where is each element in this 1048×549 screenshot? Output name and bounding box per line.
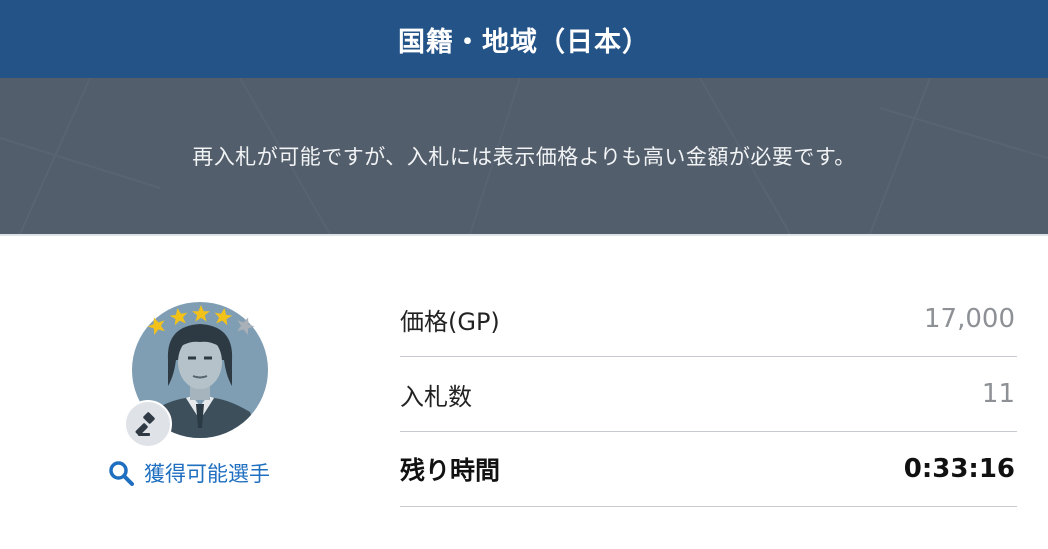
auction-detail-screen: 国籍・地域（日本） 再入札が可能ですが、入札には表示価格よりも高い金額が必要です…: [0, 0, 1048, 549]
notice-message: 再入札が可能ですが、入札には表示価格よりも高い金額が必要です。: [192, 145, 856, 169]
obtainable-players-label[interactable]: 獲得可能選手: [144, 458, 270, 488]
star-icon: [237, 317, 255, 335]
bid-count-row: 入札数 11: [400, 357, 1017, 432]
star-icon: [169, 308, 188, 326]
star-icon: [147, 317, 165, 335]
gavel-icon: [135, 412, 155, 436]
bid-status-badge: [124, 400, 172, 448]
price-row: 価格(GP) 17,000: [400, 282, 1017, 357]
section-divider: [0, 234, 1048, 236]
star-icon: [192, 305, 210, 322]
price-value: 17,000: [924, 304, 1015, 334]
page-title: 国籍・地域（日本）: [398, 26, 650, 58]
search-icon: [109, 461, 134, 486]
obtainable-players-link[interactable]: 獲得可能選手: [108, 456, 270, 490]
header-bar: 国籍・地域（日本）: [0, 0, 1048, 78]
bid-count-label: 入札数: [400, 382, 472, 411]
rebid-notice-banner: 再入札が可能ですが、入札には表示価格よりも高い金額が必要です。: [0, 78, 1048, 234]
star-icon: [214, 308, 233, 326]
time-remaining-value: 0:33:16: [903, 454, 1015, 484]
time-remaining-label: 残り時間: [400, 456, 501, 485]
bid-count-value: 11: [981, 379, 1015, 409]
time-remaining-row: 残り時間 0:33:16: [400, 432, 1017, 507]
rating-stars: [147, 305, 255, 335]
price-label: 価格(GP): [400, 307, 500, 336]
